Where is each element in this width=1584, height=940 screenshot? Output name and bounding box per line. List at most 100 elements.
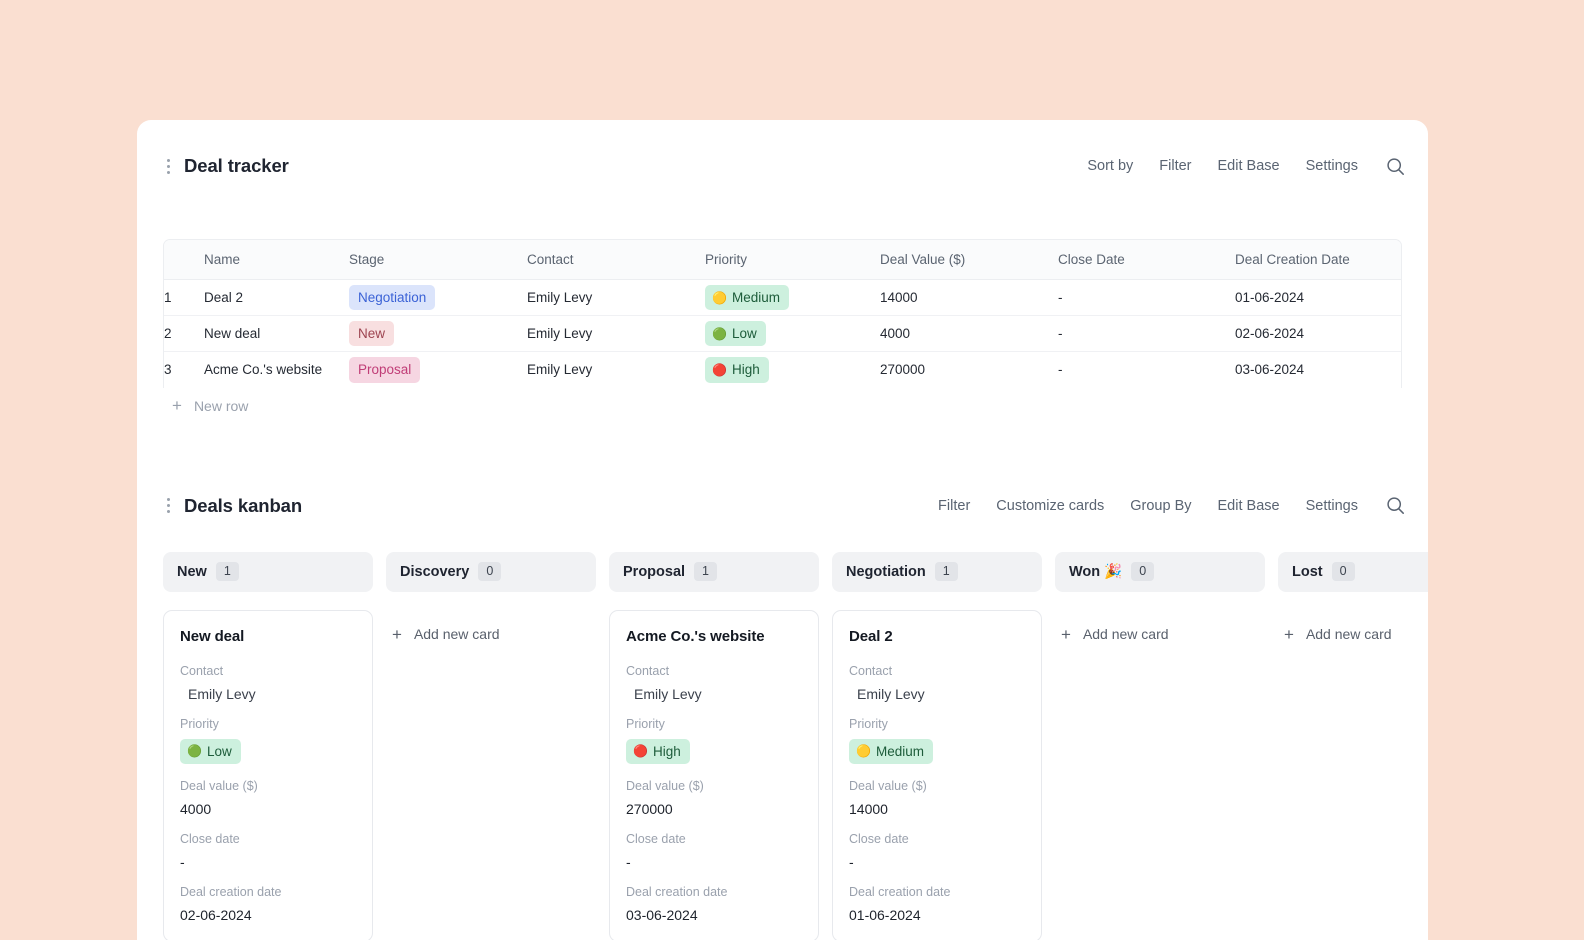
card-value-close-date[interactable]: - <box>626 854 802 870</box>
kanban-column-won: Won 🎉 0 + Add new card <box>1055 552 1265 940</box>
kanban-settings-button[interactable]: Settings <box>1306 498 1358 514</box>
kanban-column-header[interactable]: Negotiation 1 <box>832 552 1042 592</box>
cell-contact[interactable]: Emily Levy <box>527 280 705 316</box>
cell-contact[interactable]: Emily Levy <box>527 352 705 388</box>
filter-button[interactable]: Filter <box>1159 158 1191 174</box>
settings-button[interactable]: Settings <box>1306 158 1358 174</box>
add-new-card-button[interactable]: + Add new card <box>1055 610 1265 643</box>
kanban-column-header[interactable]: Discovery 0 <box>386 552 596 592</box>
card-value-deal-value[interactable]: 270000 <box>626 801 802 817</box>
kanban-column-name: Lost <box>1292 564 1323 580</box>
card-field-creation-date: Deal creation date 03-06-2024 <box>626 885 802 923</box>
column-header-deal-value[interactable]: Deal Value ($) <box>880 240 1058 280</box>
priority-dot-icon: 🟢 <box>187 745 202 757</box>
table-row[interactable]: 3 Acme Co.'s website Proposal Emily Levy… <box>164 352 1402 388</box>
column-header-deal-creation-date[interactable]: Deal Creation Date <box>1235 240 1402 280</box>
kanban-board[interactable]: New 1 New deal Contact Emily Levy Priori… <box>137 552 1428 940</box>
column-header-close-date[interactable]: Close Date <box>1058 240 1235 280</box>
table-row[interactable]: 2 New deal New Emily Levy 🟢 Low 4000 - 02… <box>164 316 1402 352</box>
group-by-button[interactable]: Group By <box>1130 498 1191 514</box>
deal-tracker-title-wrap: Deal tracker <box>163 155 289 177</box>
column-header-priority[interactable]: Priority <box>705 240 880 280</box>
search-icon[interactable] <box>1384 155 1406 177</box>
column-header-contact[interactable]: Contact <box>527 240 705 280</box>
kanban-card[interactable]: New deal Contact Emily Levy Priority 🟢Lo… <box>163 610 373 940</box>
deals-kanban-actions: Filter Customize cards Group By Edit Bas… <box>938 495 1406 517</box>
kanban-column-header[interactable]: Proposal 1 <box>609 552 819 592</box>
cell-priority[interactable]: 🔴High <box>705 352 880 388</box>
kanban-card-title: Acme Co.'s website <box>626 628 802 645</box>
kanban-column-new: New 1 New deal Contact Emily Levy Priori… <box>163 552 373 940</box>
card-field-close-date: Close date - <box>180 832 356 870</box>
cell-stage[interactable]: New <box>349 316 527 352</box>
card-label-priority: Priority <box>849 717 1025 731</box>
kanban-card[interactable]: Acme Co.'s website Contact Emily Levy Pr… <box>609 610 819 940</box>
card-value-contact[interactable]: Emily Levy <box>626 686 802 702</box>
priority-badge[interactable]: 🔴High <box>626 739 690 765</box>
kanban-column-name: New <box>177 564 207 580</box>
card-value-deal-value[interactable]: 14000 <box>849 801 1025 817</box>
edit-base-button[interactable]: Edit Base <box>1218 158 1280 174</box>
card-value-close-date[interactable]: - <box>849 854 1025 870</box>
cell-contact[interactable]: Emily Levy <box>527 316 705 352</box>
card-field-deal-value: Deal value ($) 270000 <box>626 779 802 817</box>
table-row[interactable]: 1 Deal 2 Negotiation Emily Levy 🟡Medium … <box>164 280 1402 316</box>
priority-badge[interactable]: 🟡Medium <box>849 739 933 765</box>
card-value-creation-date[interactable]: 02-06-2024 <box>180 907 356 923</box>
card-value-deal-value[interactable]: 4000 <box>180 801 356 817</box>
cell-deal-value[interactable]: 4000 <box>880 316 1058 352</box>
kanban-column-count: 1 <box>216 562 239 581</box>
cell-stage[interactable]: Proposal <box>349 352 527 388</box>
kanban-column-count: 0 <box>1332 562 1355 581</box>
kanban-column-count: 0 <box>478 562 501 581</box>
kanban-edit-base-button[interactable]: Edit Base <box>1218 498 1280 514</box>
card-value-close-date[interactable]: - <box>180 854 356 870</box>
card-label-contact: Contact <box>180 664 356 678</box>
cell-deal-value[interactable]: 270000 <box>880 352 1058 388</box>
cell-close-date[interactable]: - <box>1058 280 1235 316</box>
card-value-creation-date[interactable]: 03-06-2024 <box>626 907 802 923</box>
sort-by-button[interactable]: Sort by <box>1087 158 1133 174</box>
row-index: 2 <box>164 316 204 352</box>
cell-stage[interactable]: Negotiation <box>349 280 527 316</box>
deals-kanban-block: Deals kanban Filter Customize cards Grou… <box>137 486 1428 940</box>
cell-priority[interactable]: 🟢 Low <box>705 316 880 352</box>
drag-handle-icon[interactable] <box>163 496 173 516</box>
cell-priority[interactable]: 🟡Medium <box>705 280 880 316</box>
column-header-stage[interactable]: Stage <box>349 240 527 280</box>
priority-badge: 🟢 Low <box>705 321 766 347</box>
cell-close-date[interactable]: - <box>1058 352 1235 388</box>
add-new-card-button[interactable]: + Add new card <box>1278 610 1428 643</box>
kanban-card[interactable]: Deal 2 Contact Emily Levy Priority 🟡Medi… <box>832 610 1042 940</box>
kanban-column-header[interactable]: Lost 0 <box>1278 552 1428 592</box>
priority-dot-icon: 🟢 <box>712 328 727 340</box>
new-row-button[interactable]: + New row <box>163 388 1402 424</box>
column-header-name[interactable]: Name <box>204 240 349 280</box>
cell-name[interactable]: Acme Co.'s website <box>204 352 349 388</box>
card-value-creation-date[interactable]: 01-06-2024 <box>849 907 1025 923</box>
add-new-card-button[interactable]: + Add new card <box>386 610 596 643</box>
customize-cards-button[interactable]: Customize cards <box>996 498 1104 514</box>
cell-deal-value[interactable]: 14000 <box>880 280 1058 316</box>
card-value-contact[interactable]: Emily Levy <box>849 686 1025 702</box>
cell-creation-date[interactable]: 02-06-2024 <box>1235 316 1402 352</box>
kanban-column-header[interactable]: Won 🎉 0 <box>1055 552 1265 592</box>
table-header-row: Name Stage Contact Priority Deal Value (… <box>164 240 1402 280</box>
add-new-card-label: Add new card <box>414 626 500 642</box>
kanban-column-header[interactable]: New 1 <box>163 552 373 592</box>
priority-badge[interactable]: 🟢Low <box>180 739 241 765</box>
cell-name[interactable]: Deal 2 <box>204 280 349 316</box>
cell-creation-date[interactable]: 01-06-2024 <box>1235 280 1402 316</box>
priority-dot-icon: 🟡 <box>856 745 871 757</box>
cell-name[interactable]: New deal <box>204 316 349 352</box>
priority-label: Low <box>732 327 757 341</box>
kanban-filter-button[interactable]: Filter <box>938 498 970 514</box>
card-label-creation-date: Deal creation date <box>626 885 802 899</box>
search-icon[interactable] <box>1384 495 1406 517</box>
drag-handle-icon[interactable] <box>163 156 173 176</box>
card-value-contact[interactable]: Emily Levy <box>180 686 356 702</box>
kanban-column-count: 1 <box>935 562 958 581</box>
cell-creation-date[interactable]: 03-06-2024 <box>1235 352 1402 388</box>
cell-close-date[interactable]: - <box>1058 316 1235 352</box>
card-field-close-date: Close date - <box>626 832 802 870</box>
